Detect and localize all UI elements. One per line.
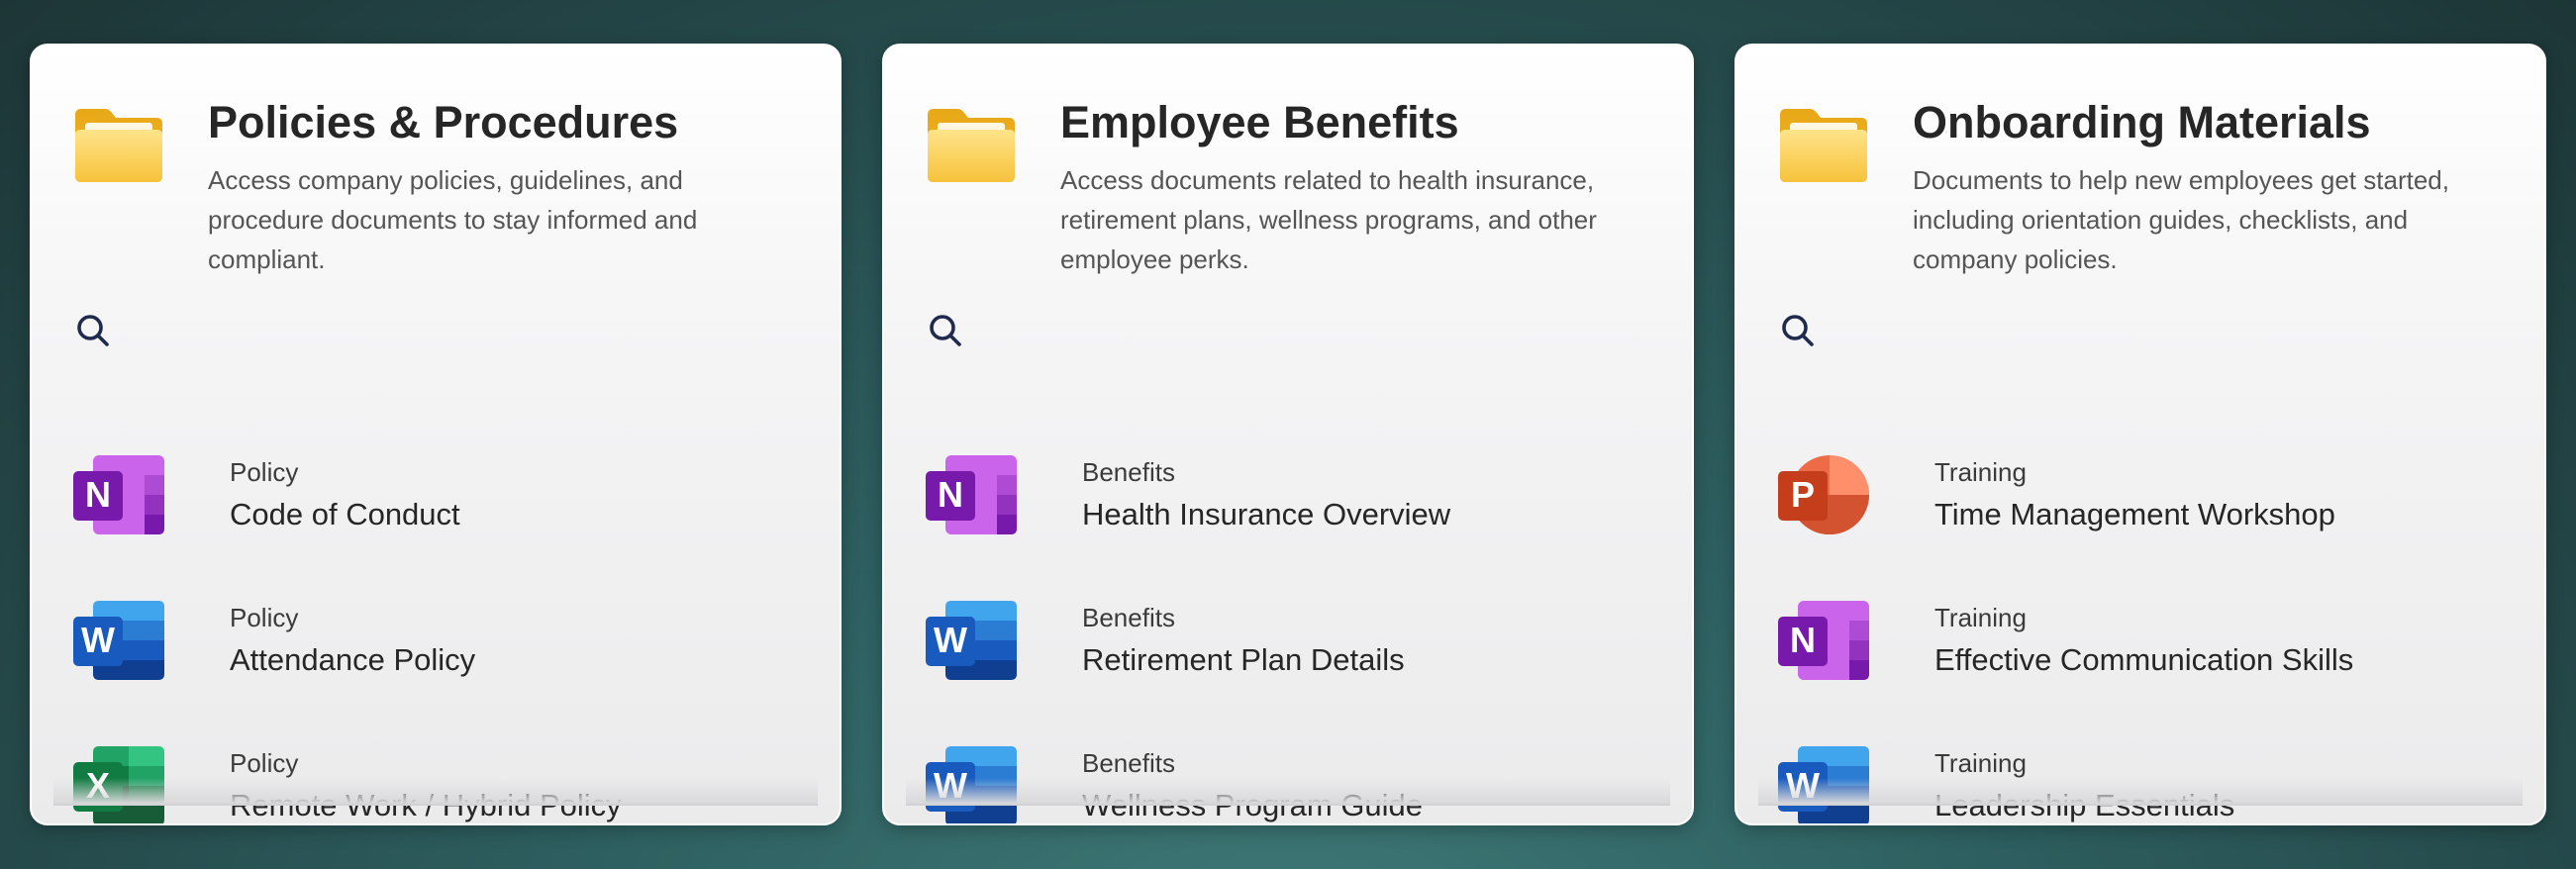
document-item[interactable]: Training Time Management Workshop <box>1776 443 2509 542</box>
scroll-fade <box>1758 778 2523 806</box>
search-button[interactable] <box>924 309 967 352</box>
folder-icon <box>1776 103 1871 186</box>
document-name: Code of Conduct <box>230 497 460 531</box>
document-name: Health Insurance Overview <box>1082 497 1451 531</box>
card-title: Policies & Procedures <box>208 97 679 147</box>
card-description: Documents to help new employees get star… <box>1913 165 2449 274</box>
document-item[interactable]: Policy Attendance Policy <box>71 589 804 688</box>
folder-icon <box>71 103 166 186</box>
document-category: Policy <box>230 457 299 487</box>
card-description: Access company policies, guidelines, and… <box>208 165 698 274</box>
scroll-fade <box>53 778 818 806</box>
document-item[interactable]: Benefits Health Insurance Overview <box>924 443 1656 542</box>
document-name: Time Management Workshop <box>1934 497 2335 531</box>
document-name: Effective Communication Skills <box>1934 642 2354 677</box>
document-category: Policy <box>230 748 299 778</box>
search-icon <box>73 311 113 350</box>
document-item[interactable]: Training Effective Communication Skills <box>1776 589 2509 688</box>
document-item[interactable]: Policy Code of Conduct <box>71 443 804 542</box>
scroll-fade <box>906 778 1670 806</box>
search-button[interactable] <box>1776 309 1820 352</box>
document-category: Policy <box>230 603 299 632</box>
card-employee-benefits: Employee Benefits Access documents relat… <box>882 44 1694 825</box>
document-category: Benefits <box>1082 748 1175 778</box>
card-policies-procedures: Policies & Procedures Access company pol… <box>30 44 842 825</box>
card-description: Access documents related to health insur… <box>1060 165 1597 274</box>
card-onboarding-materials: Onboarding Materials Documents to help n… <box>1734 44 2546 825</box>
word-icon <box>71 599 166 682</box>
onenote-icon <box>1776 599 1871 682</box>
document-name: Attendance Policy <box>230 642 476 677</box>
document-category: Benefits <box>1082 603 1175 632</box>
document-category: Benefits <box>1082 457 1175 487</box>
search-icon <box>1778 311 1818 350</box>
powerpoint-icon <box>1776 453 1871 536</box>
onenote-icon <box>71 453 166 536</box>
folder-icon <box>924 103 1019 186</box>
onenote-icon <box>924 453 1019 536</box>
document-category: Training <box>1934 748 2027 778</box>
search-icon <box>926 311 965 350</box>
search-button[interactable] <box>71 309 115 352</box>
document-name: Retirement Plan Details <box>1082 642 1405 677</box>
document-item[interactable]: Benefits Retirement Plan Details <box>924 589 1656 688</box>
card-title: Employee Benefits <box>1060 97 1459 147</box>
card-title: Onboarding Materials <box>1913 97 2371 147</box>
document-category: Training <box>1934 603 2027 632</box>
document-category: Training <box>1934 457 2027 487</box>
word-icon <box>924 599 1019 682</box>
